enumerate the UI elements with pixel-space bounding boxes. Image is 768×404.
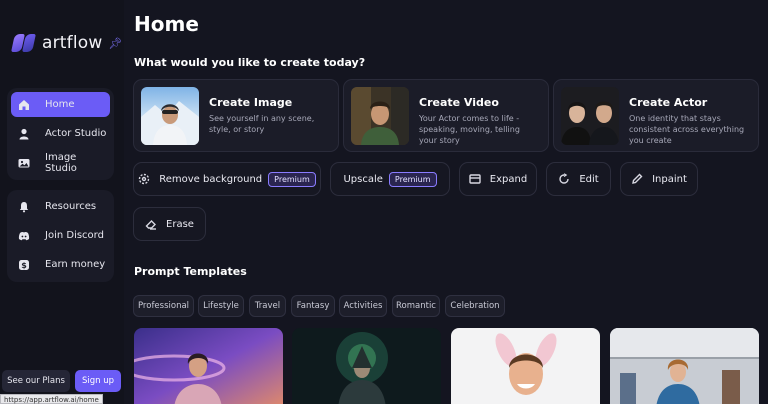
svg-text:$: $ (21, 261, 27, 270)
sidebar-item-resources[interactable]: Resources (11, 194, 110, 219)
logo-text: artflow (42, 33, 103, 53)
create-actor-card[interactable]: Create Actor One identity that stays con… (553, 79, 759, 152)
sidebar-item-join-discord[interactable]: Join Discord (11, 223, 110, 248)
sidebar-item-earn-money[interactable]: $ Earn money (11, 252, 110, 277)
sidebar-item-actor-studio[interactable]: Actor Studio (11, 121, 110, 146)
tool-label: Remove background (159, 173, 263, 185)
secondary-nav: Resources Join Discord $ Earn money (7, 190, 114, 282)
sidebar-item-label: Resources (45, 201, 97, 212)
tool-label: Expand (489, 173, 528, 185)
sign-up-button[interactable]: Sign up (75, 370, 121, 392)
tool-label: Erase (166, 218, 194, 230)
chip-fantasy[interactable]: Fantasy (291, 295, 335, 317)
sidebar-item-home[interactable]: Home (11, 92, 110, 117)
card-title: Create Image (209, 96, 293, 109)
card-description: One identity that stays consistent acros… (629, 114, 745, 145)
upscale-button[interactable]: Upscale Premium (330, 162, 450, 196)
sidebar-item-image-studio[interactable]: Image Studio (11, 150, 110, 175)
sidebar: artflow 📌︎ Home Actor Studio Image Studi… (0, 0, 124, 404)
card-title: Create Actor (629, 96, 708, 109)
chip-celebration[interactable]: Celebration (445, 295, 505, 317)
status-bar-url: https://app.artflow.ai/home (0, 394, 103, 404)
artflow-logo-icon (11, 32, 36, 54)
create-actor-thumbnail (561, 87, 619, 145)
card-description: Your Actor comes to life - speaking, mov… (419, 114, 520, 145)
bell-icon (18, 201, 30, 213)
tool-label: Edit (579, 173, 599, 185)
create-image-card[interactable]: Create Image See yourself in any scene, … (133, 79, 339, 152)
logo[interactable]: artflow 📌︎ (11, 32, 123, 54)
chip-travel[interactable]: Travel (249, 295, 286, 317)
template-card-professional[interactable] (134, 328, 283, 404)
user-icon (18, 128, 30, 140)
erase-button[interactable]: Erase (133, 207, 206, 241)
remove-background-icon (138, 173, 150, 185)
chip-romantic[interactable]: Romantic (392, 295, 440, 317)
discord-icon (18, 230, 30, 242)
tool-label: Inpaint (652, 173, 687, 185)
image-icon (18, 157, 30, 169)
create-video-card[interactable]: Create Video Your Actor comes to life - … (343, 79, 549, 152)
template-card-fantasy[interactable] (292, 328, 441, 404)
create-heading: What would you like to create today? (134, 56, 366, 69)
expand-icon (469, 173, 481, 185)
expand-button[interactable]: Expand (459, 162, 537, 196)
chip-activities[interactable]: Activities (339, 295, 387, 317)
edit-button[interactable]: Edit (546, 162, 611, 196)
template-card-activities[interactable] (610, 328, 759, 404)
inpaint-button[interactable]: Inpaint (620, 162, 698, 196)
sidebar-item-label: Home (45, 99, 75, 110)
primary-nav: Home Actor Studio Image Studio (7, 88, 114, 180)
chip-lifestyle[interactable]: Lifestyle (198, 295, 244, 317)
templates-heading: Prompt Templates (134, 265, 247, 278)
chip-professional[interactable]: Professional (133, 295, 194, 317)
card-description: See yourself in any scene, style, or sto… (209, 114, 315, 134)
edit-icon (558, 173, 570, 185)
card-title: Create Video (419, 96, 499, 109)
sidebar-item-label: Earn money (45, 259, 106, 270)
dollar-icon: $ (18, 259, 30, 271)
pencil-icon (631, 173, 643, 185)
see-plans-button[interactable]: See our Plans (2, 370, 70, 392)
pin-icon[interactable]: 📌︎ (109, 37, 123, 50)
sidebar-item-label: Actor Studio (45, 128, 107, 139)
remove-background-button[interactable]: Remove background Premium (133, 162, 321, 196)
premium-badge: Premium (268, 171, 316, 187)
create-image-thumbnail (141, 87, 199, 145)
eraser-icon (145, 218, 157, 230)
template-card-celebration[interactable] (451, 328, 600, 404)
premium-badge: Premium (388, 171, 437, 187)
home-icon (18, 99, 30, 111)
page-title: Home (134, 12, 199, 36)
sidebar-item-label: Image Studio (45, 151, 77, 174)
tool-label: Upscale (343, 173, 383, 185)
sidebar-item-label: Join Discord (45, 230, 104, 241)
create-video-thumbnail (351, 87, 409, 145)
